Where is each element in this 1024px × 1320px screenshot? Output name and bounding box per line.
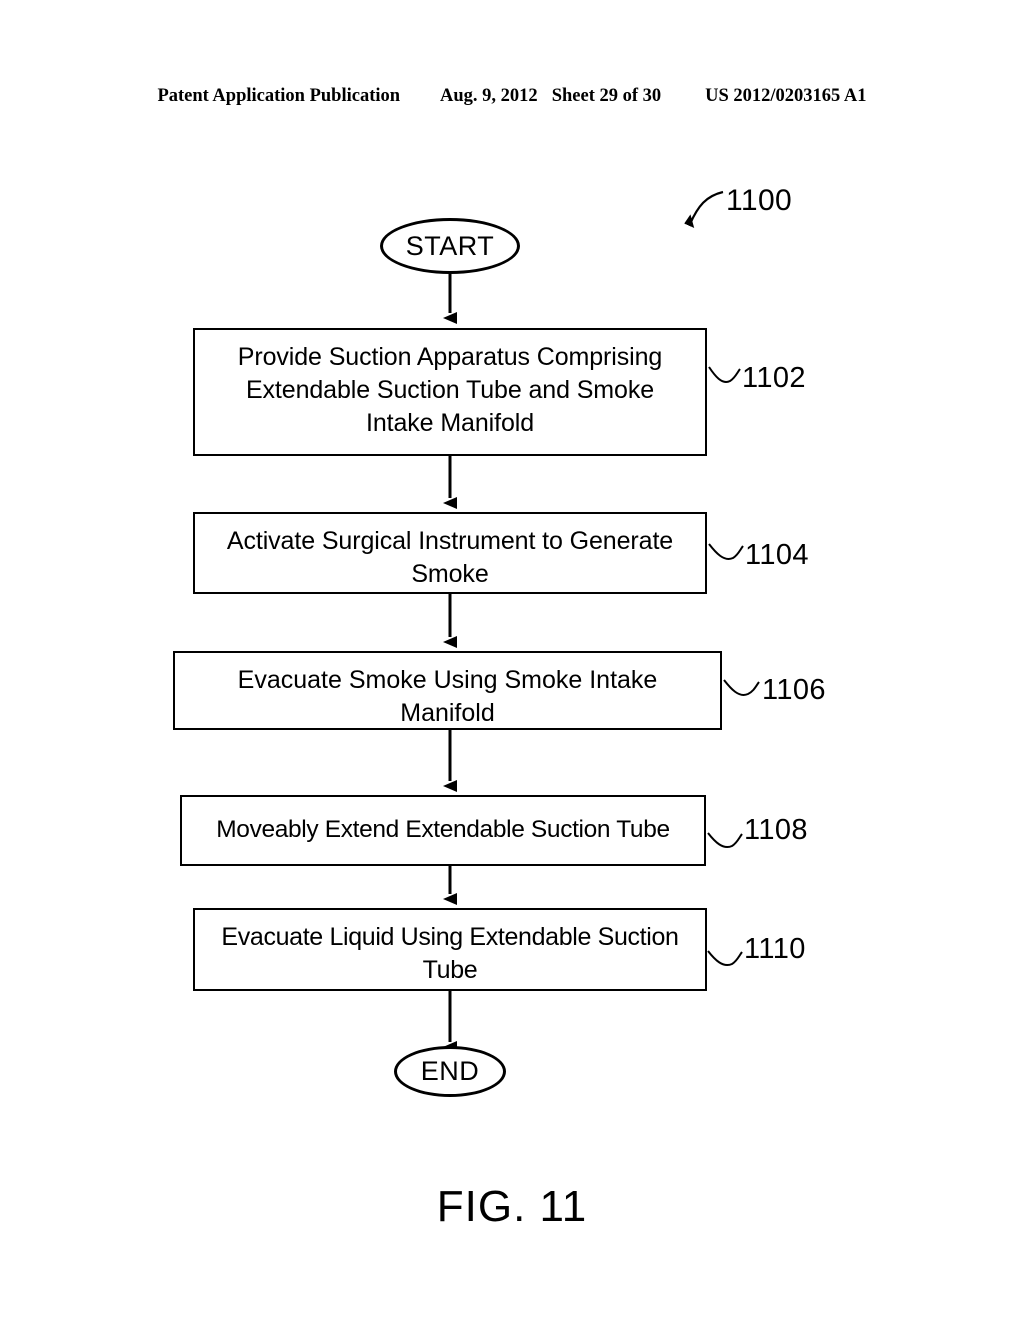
step-1104-label: Activate Surgical Instrument to Generate… — [226, 527, 674, 588]
flowchart-diagram: START Provide Suction Apparatus Comprisi… — [0, 0, 1024, 1320]
step-1106-label: Evacuate Smoke Using Smoke Intake Manifo… — [237, 666, 658, 727]
reference-numeral-1100: 1100 — [726, 184, 793, 217]
flowchart-step-1106[interactable]: Evacuate Smoke Using Smoke Intake Manifo… — [173, 651, 722, 730]
end-label: END — [420, 1056, 480, 1086]
step-1102-label: Provide Suction Apparatus Comprising Ext… — [237, 343, 663, 437]
leader-line-1106 — [723, 679, 760, 696]
flowchart-step-1102[interactable]: Provide Suction Apparatus Comprising Ext… — [193, 328, 707, 456]
reference-numeral-1102: 1102 — [742, 362, 806, 394]
figure-caption: FIG. 11 — [436, 1182, 588, 1231]
flowchart-node-end[interactable]: END — [394, 1046, 506, 1097]
reference-numeral-1106: 1106 — [762, 674, 826, 706]
reference-numeral-1108: 1108 — [744, 814, 808, 846]
leader-line-1104 — [708, 543, 744, 560]
leader-line-1102 — [708, 366, 741, 383]
flowchart-step-1104[interactable]: Activate Surgical Instrument to Generate… — [193, 512, 707, 594]
flowchart-node-start[interactable]: START — [380, 218, 520, 274]
reference-numeral-1110: 1110 — [744, 933, 806, 965]
leader-line-1108 — [707, 832, 743, 848]
leader-line-1100 — [684, 190, 724, 229]
reference-numeral-1104: 1104 — [745, 539, 809, 571]
leader-line-1110 — [707, 950, 743, 966]
step-1108-label: Moveably Extend Extendable Suction Tube — [216, 816, 670, 844]
flowchart-step-1108[interactable]: Moveably Extend Extendable Suction Tube — [180, 795, 706, 866]
start-label: START — [405, 230, 495, 261]
step-1110-label: Evacuate Liquid Using Extendable Suction… — [221, 923, 679, 984]
flowchart-step-1110[interactable]: Evacuate Liquid Using Extendable Suction… — [193, 908, 707, 991]
